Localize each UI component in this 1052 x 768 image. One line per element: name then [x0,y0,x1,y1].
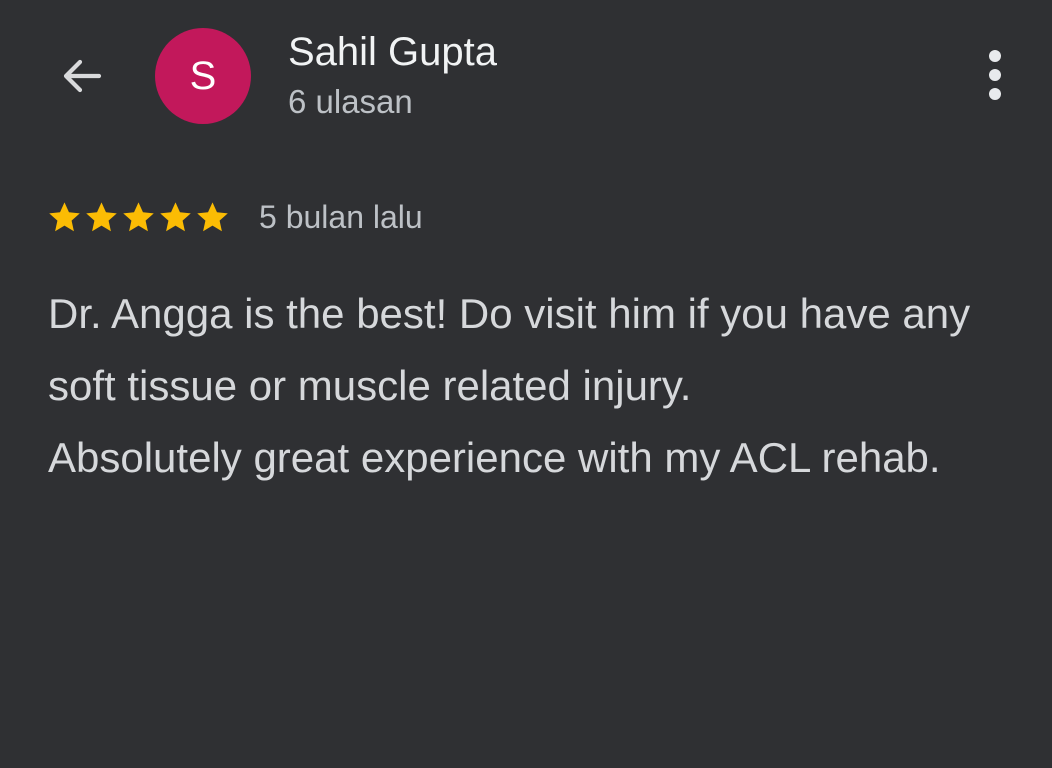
star-icon [86,201,117,231]
more-options-button[interactable] [964,42,1026,108]
avatar[interactable]: S [155,28,251,124]
star-rating [46,199,231,236]
star-icon [160,201,191,231]
reviewer-name[interactable]: Sahil Gupta [288,28,497,76]
review-date: 5 bulan lalu [259,199,423,235]
star-icon [123,201,154,231]
rating-row: 5 bulan lalu [46,195,423,239]
review-paragraph: Dr. Angga is the best! Do visit him if y… [48,290,971,409]
back-button[interactable] [50,44,114,108]
star-icon [49,201,80,231]
review-paragraph: Absolutely great experience with my ACL … [48,434,941,481]
avatar-initial: S [189,54,217,98]
more-vertical-icon [989,50,1001,100]
review-header: S Sahil Gupta 6 ulasan [0,0,1052,150]
star-icon [197,201,228,231]
review-count: 6 ulasan [288,83,413,120]
review-body: Dr. Angga is the best! Do visit him if y… [48,278,1008,494]
arrow-left-icon [63,59,102,93]
